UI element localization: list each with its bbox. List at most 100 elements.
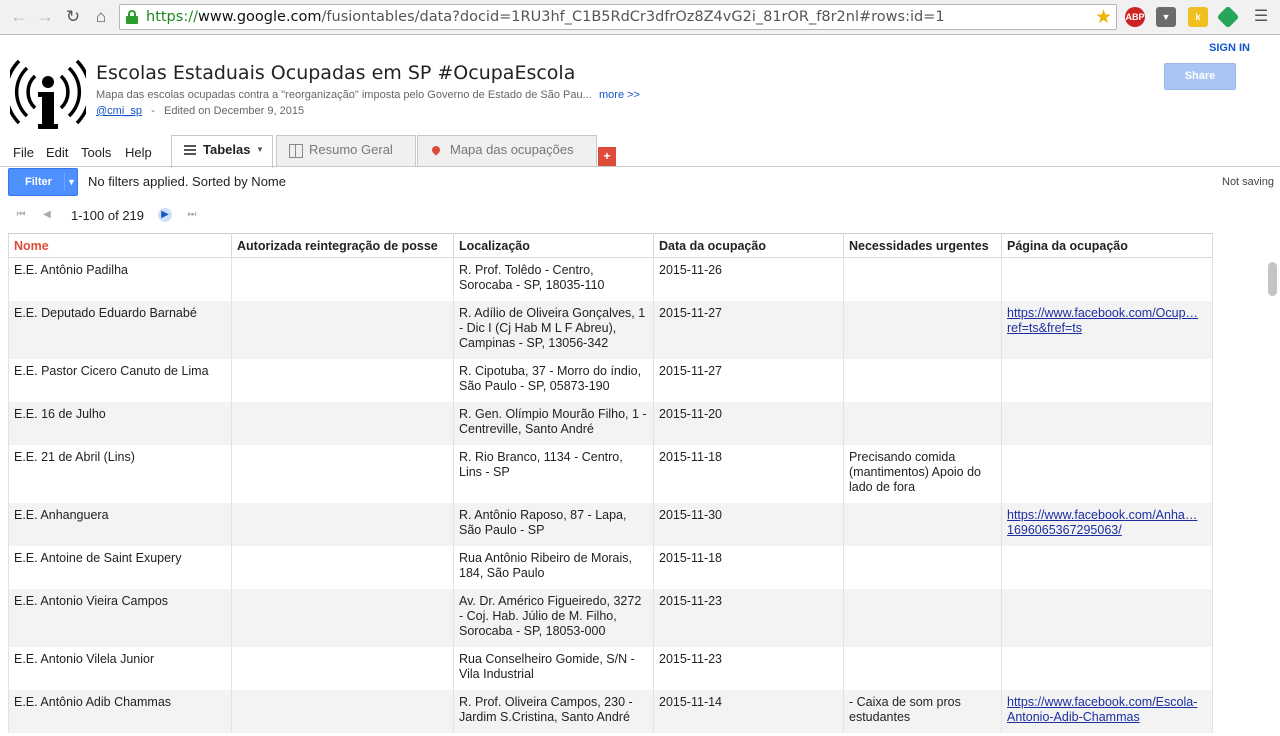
column-header-reintegracao[interactable]: Autorizada reintegração de posse [231, 233, 454, 258]
cell-reintegracao[interactable] [231, 301, 454, 359]
cell-reintegracao[interactable] [231, 690, 454, 733]
pocket-icon[interactable]: ▼ [1156, 7, 1176, 27]
feedly-icon[interactable] [1216, 5, 1240, 29]
address-bar[interactable]: https://www.google.com/fusiontables/data… [119, 4, 1117, 30]
occupation-page-link[interactable]: https://www.facebook.com/Ocup… ref=ts&fr… [1007, 306, 1198, 335]
column-header-pagina[interactable]: Página da ocupação [1001, 233, 1213, 258]
cell-nome[interactable]: E.E. Antonio Vieira Campos [8, 589, 232, 647]
menu-help[interactable]: Help [125, 145, 152, 160]
cell-localizacao[interactable]: Av. Dr. Américo Figueiredo, 3272 - Coj. … [453, 589, 654, 647]
table-row[interactable]: E.E. Deputado Eduardo Barnabé R. Adílio d… [8, 301, 1213, 359]
cell-localizacao[interactable]: R. Rio Branco, 1134 - Centro, Lins - SP [453, 445, 654, 503]
cell-necessidades[interactable]: - Caixa de som pros estudantes [843, 690, 1002, 733]
home-icon[interactable]: ⌂ [90, 6, 112, 28]
cell-localizacao[interactable]: R. Antônio Raposo, 87 - Lapa, São Paulo … [453, 503, 654, 546]
klout-icon[interactable]: k [1188, 7, 1208, 27]
cell-pagina[interactable]: https://www.facebook.com/Escola- Antonio… [1001, 690, 1213, 733]
adblock-icon[interactable]: ABP [1125, 7, 1145, 27]
cell-data[interactable]: 2015-11-20 [653, 402, 844, 445]
cell-pagina[interactable] [1001, 359, 1213, 402]
tab-mapa-ocupacoes[interactable]: Mapa das ocupações [417, 135, 597, 167]
cell-data[interactable]: 2015-11-23 [653, 589, 844, 647]
tab-resumo-geral[interactable]: Resumo Geral [276, 135, 416, 167]
cell-pagina[interactable] [1001, 589, 1213, 647]
cell-necessidades[interactable] [843, 359, 1002, 402]
cell-necessidades[interactable] [843, 402, 1002, 445]
cell-data[interactable]: 2015-11-18 [653, 445, 844, 503]
cell-localizacao[interactable]: R. Cipotuba, 37 - Morro do índio, São Pa… [453, 359, 654, 402]
menu-tools[interactable]: Tools [81, 145, 111, 160]
table-row[interactable]: E.E. Antônio Adib Chammas R. Prof. Olivei… [8, 690, 1213, 733]
cell-necessidades[interactable]: Precisando comida (mantimentos) Apoio do… [843, 445, 1002, 503]
cell-nome[interactable]: E.E. Antonio Vilela Junior [8, 647, 232, 690]
back-arrow-icon[interactable]: ← [8, 6, 30, 28]
cell-pagina[interactable] [1001, 257, 1213, 301]
next-page-icon[interactable]: ▶ [158, 208, 172, 222]
cell-pagina[interactable] [1001, 445, 1213, 503]
cell-necessidades[interactable] [843, 546, 1002, 589]
cell-data[interactable]: 2015-11-26 [653, 257, 844, 301]
owner-link[interactable]: @cmi_sp [96, 105, 142, 117]
cell-pagina[interactable] [1001, 402, 1213, 445]
cell-necessidades[interactable] [843, 589, 1002, 647]
chevron-down-icon[interactable]: ▼ [67, 169, 76, 195]
occupation-page-link[interactable]: https://www.facebook.com/Anha… 169606536… [1007, 508, 1197, 537]
cell-localizacao[interactable]: R. Prof. Tolêdo - Centro, Sorocaba - SP,… [453, 257, 654, 301]
cell-data[interactable]: 2015-11-23 [653, 647, 844, 690]
cell-pagina[interactable]: https://www.facebook.com/Ocup… ref=ts&fr… [1001, 301, 1213, 359]
share-button[interactable]: Share [1164, 63, 1236, 90]
table-row[interactable]: E.E. Antônio Padilha R. Prof. Tolêdo - Ce… [8, 257, 1213, 301]
scrollbar-thumb[interactable] [1268, 262, 1277, 296]
cell-nome[interactable]: E.E. 21 de Abril (Lins) [8, 445, 232, 503]
column-header-nome[interactable]: Nome [8, 233, 232, 258]
tab-tabelas[interactable]: Tabelas ▼ [171, 135, 273, 168]
cell-nome[interactable]: E.E. Antônio Padilha [8, 257, 232, 301]
cell-localizacao[interactable]: R. Adílio de Oliveira Gonçalves, 1 - Dic… [453, 301, 654, 359]
first-page-icon[interactable]: ⏮ [14, 208, 28, 222]
cell-data[interactable]: 2015-11-27 [653, 301, 844, 359]
cell-data[interactable]: 2015-11-30 [653, 503, 844, 546]
cell-localizacao[interactable]: R. Prof. Oliveira Campos, 230 - Jardim S… [453, 690, 654, 733]
cell-reintegracao[interactable] [231, 647, 454, 690]
add-tab-button[interactable]: + [598, 147, 616, 166]
cell-nome[interactable]: E.E. Antônio Adib Chammas [8, 690, 232, 733]
table-row[interactable]: E.E. Antonio Vieira Campos Av. Dr. Améric… [8, 589, 1213, 647]
table-row[interactable]: E.E. Anhanguera R. Antônio Raposo, 87 - L… [8, 503, 1213, 546]
more-link[interactable]: more >> [599, 89, 640, 101]
cell-localizacao[interactable]: R. Gen. Olímpio Mourão Filho, 1 - Centre… [453, 402, 654, 445]
cell-nome[interactable]: E.E. Antoine de Saint Exupery [8, 546, 232, 589]
cell-reintegracao[interactable] [231, 402, 454, 445]
filter-button[interactable]: Filter ▼ [8, 168, 78, 196]
column-header-necessidades[interactable]: Necessidades urgentes [843, 233, 1002, 258]
table-row[interactable]: E.E. 16 de Julho R. Gen. Olímpio Mourão F… [8, 402, 1213, 445]
cell-nome[interactable]: E.E. Anhanguera [8, 503, 232, 546]
cell-pagina[interactable]: https://www.facebook.com/Anha… 169606536… [1001, 503, 1213, 546]
occupation-page-link[interactable]: https://www.facebook.com/Escola- Antonio… [1007, 695, 1197, 724]
cell-nome[interactable]: E.E. 16 de Julho [8, 402, 232, 445]
cell-reintegracao[interactable] [231, 546, 454, 589]
cell-reintegracao[interactable] [231, 257, 454, 301]
cell-data[interactable]: 2015-11-27 [653, 359, 844, 402]
menu-file[interactable]: File [13, 145, 34, 160]
last-page-icon[interactable]: ⏭ [185, 208, 199, 222]
cell-data[interactable]: 2015-11-14 [653, 690, 844, 733]
cell-reintegracao[interactable] [231, 503, 454, 546]
cell-pagina[interactable] [1001, 546, 1213, 589]
cell-pagina[interactable] [1001, 647, 1213, 690]
cell-data[interactable]: 2015-11-18 [653, 546, 844, 589]
chevron-down-icon[interactable]: ▼ [256, 136, 264, 164]
column-header-localizacao[interactable]: Localização [453, 233, 654, 258]
reload-icon[interactable]: ↻ [62, 6, 84, 28]
cell-localizacao[interactable]: Rua Antônio Ribeiro de Morais, 184, São … [453, 546, 654, 589]
table-row[interactable]: E.E. Antoine de Saint Exupery Rua Antônio… [8, 546, 1213, 589]
cell-reintegracao[interactable] [231, 445, 454, 503]
menu-icon[interactable]: ☰ [1250, 6, 1272, 28]
forward-arrow-icon[interactable]: → [34, 6, 56, 28]
cell-necessidades[interactable] [843, 257, 1002, 301]
table-row[interactable]: E.E. Pastor Cicero Canuto de Lima R. Cipo… [8, 359, 1213, 402]
cell-nome[interactable]: E.E. Pastor Cicero Canuto de Lima [8, 359, 232, 402]
menu-edit[interactable]: Edit [46, 145, 68, 160]
cell-reintegracao[interactable] [231, 359, 454, 402]
cell-necessidades[interactable] [843, 503, 1002, 546]
sign-in-link[interactable]: SIGN IN [1209, 42, 1250, 54]
